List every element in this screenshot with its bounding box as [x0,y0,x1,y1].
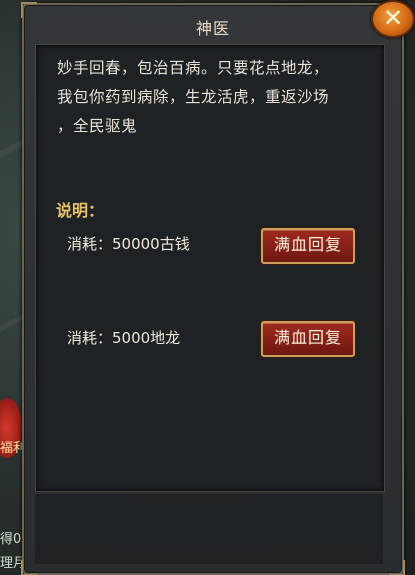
side-text-1: 得0 [0,532,22,547]
description-line: ，全民驱鬼 [57,117,138,135]
game-scene: 福利 得0 理月 神医 ✕ 妙手回春，包治百病。只要花点地龙， 我包你药到病除，… [0,0,415,575]
cost-label-dilong: 消耗：5000地龙 [67,329,181,347]
cost-label-coins: 消耗：50000古钱 [67,235,190,253]
description-line: 妙手回春，包治百病。只要花点地龙， [57,59,330,77]
content-box: 妙手回春，包治百病。只要花点地龙， 我包你药到病除，生龙活虎，重返沙场 ，全民驱… [35,44,385,492]
description: 妙手回春，包治百病。只要花点地龙， 我包你药到病除，生龙活虎，重返沙场 ，全民驱… [57,54,377,141]
full-heal-dilong-button[interactable]: 满血回复 [261,321,355,357]
close-icon: ✕ [382,4,404,32]
close-button[interactable]: ✕ [371,0,415,38]
dialog-footer [35,494,383,564]
dialog-title: 神医 [195,19,230,38]
dialog-titlebar: 神医 [24,5,402,45]
section-label: 说明： [56,201,105,220]
full-heal-coins-button[interactable]: 满血回复 [261,228,355,264]
description-line: 我包你药到病除，生龙活虎，重返沙场 [57,88,330,106]
